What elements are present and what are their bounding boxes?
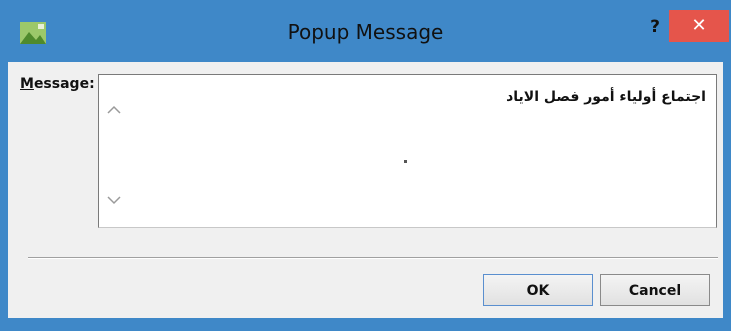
close-icon: ✕	[691, 15, 707, 36]
message-label-accelerator: M	[20, 76, 34, 92]
chevron-down-icon[interactable]	[105, 191, 123, 209]
chevron-up-icon[interactable]	[105, 101, 123, 119]
text-caret-dot	[404, 160, 407, 163]
popup-window: Popup Message ? ✕ Message: اجتماع أولياء…	[0, 0, 731, 331]
title-bar[interactable]: Popup Message ? ✕	[0, 0, 731, 62]
close-button[interactable]: ✕	[669, 10, 729, 42]
window-title: Popup Message	[287, 20, 444, 44]
cancel-button[interactable]: Cancel	[600, 274, 710, 306]
dialog-body: Message: اجتماع أولياء أمور فصل الاياد O…	[8, 62, 723, 318]
message-text: اجتماع أولياء أمور فصل الاياد	[506, 89, 706, 105]
ok-button[interactable]: OK	[483, 274, 593, 306]
help-button[interactable]: ?	[640, 14, 670, 40]
message-textarea[interactable]: اجتماع أولياء أمور فصل الاياد	[98, 74, 717, 228]
message-label-text: essage:	[33, 76, 95, 92]
separator	[28, 257, 718, 259]
message-label: Message:	[20, 76, 95, 92]
